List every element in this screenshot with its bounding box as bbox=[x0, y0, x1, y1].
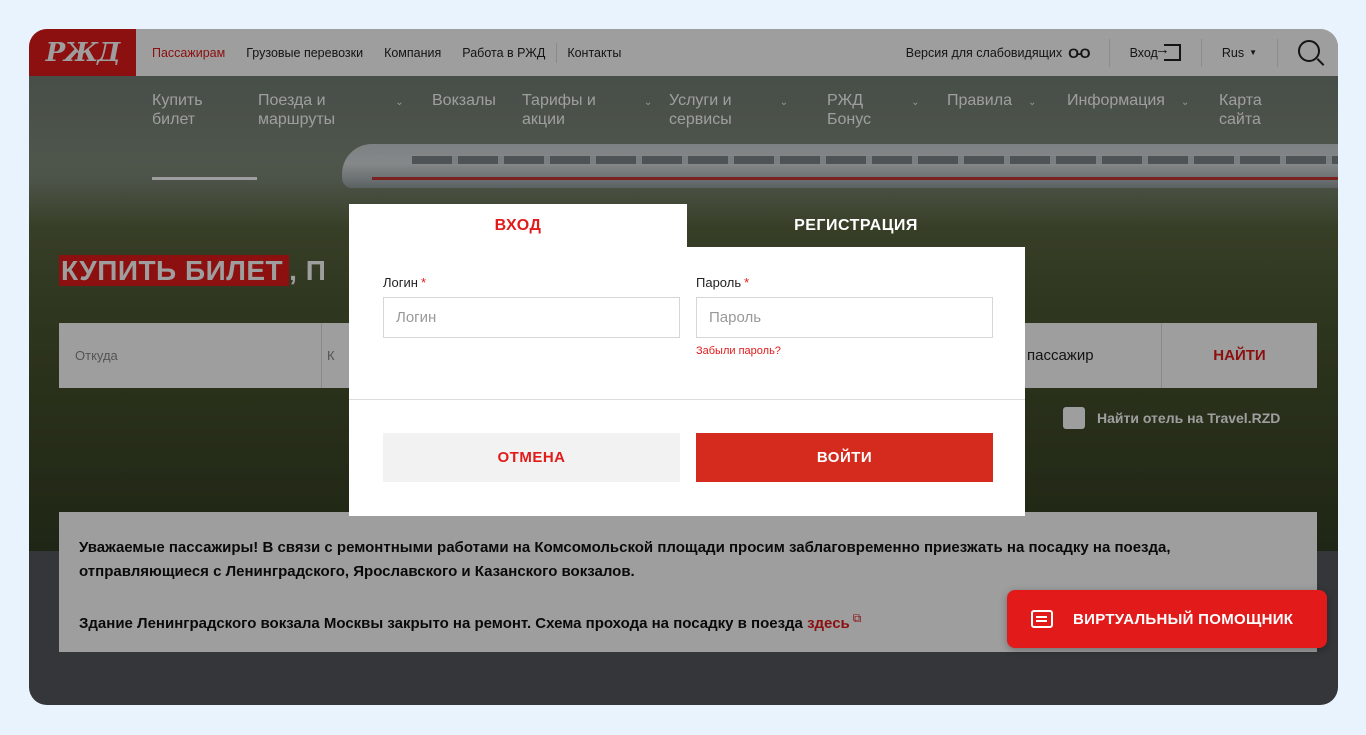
login-input[interactable] bbox=[383, 297, 680, 338]
chat-icon bbox=[1031, 610, 1053, 628]
login-button[interactable]: ВОЙТИ bbox=[696, 433, 993, 482]
password-field-group: Пароль * bbox=[696, 275, 993, 338]
auth-tabs: ВХОД РЕГИСТРАЦИЯ bbox=[349, 204, 1025, 247]
tab-login[interactable]: ВХОД bbox=[349, 204, 687, 247]
login-label: Логин * bbox=[383, 275, 680, 290]
password-label-text: Пароль bbox=[696, 275, 742, 290]
cancel-button[interactable]: ОТМЕНА bbox=[383, 433, 680, 482]
login-label-text: Логин bbox=[383, 275, 418, 290]
browser-window: РЖД Пассажирам Грузовые перевозки Компан… bbox=[29, 29, 1338, 705]
password-input[interactable] bbox=[696, 297, 993, 338]
required-mark: * bbox=[744, 275, 750, 290]
virtual-assistant-button[interactable]: ВИРТУАЛЬНЫЙ ПОМОЩНИК bbox=[1007, 590, 1327, 648]
dialog-divider bbox=[349, 399, 1025, 400]
password-label: Пароль * bbox=[696, 275, 993, 290]
forgot-password-link[interactable]: Забыли пароль? bbox=[696, 345, 781, 357]
required-mark: * bbox=[420, 275, 427, 290]
tab-register[interactable]: РЕГИСТРАЦИЯ bbox=[687, 204, 1025, 247]
login-dialog: Логин* Пароль* Забыли пароль? ОТМЕНА ВОЙ… bbox=[349, 247, 1025, 516]
assistant-label: ВИРТУАЛЬНЫЙ ПОМОЩНИК bbox=[1073, 610, 1294, 628]
login-field-group: Логин * bbox=[383, 275, 680, 338]
